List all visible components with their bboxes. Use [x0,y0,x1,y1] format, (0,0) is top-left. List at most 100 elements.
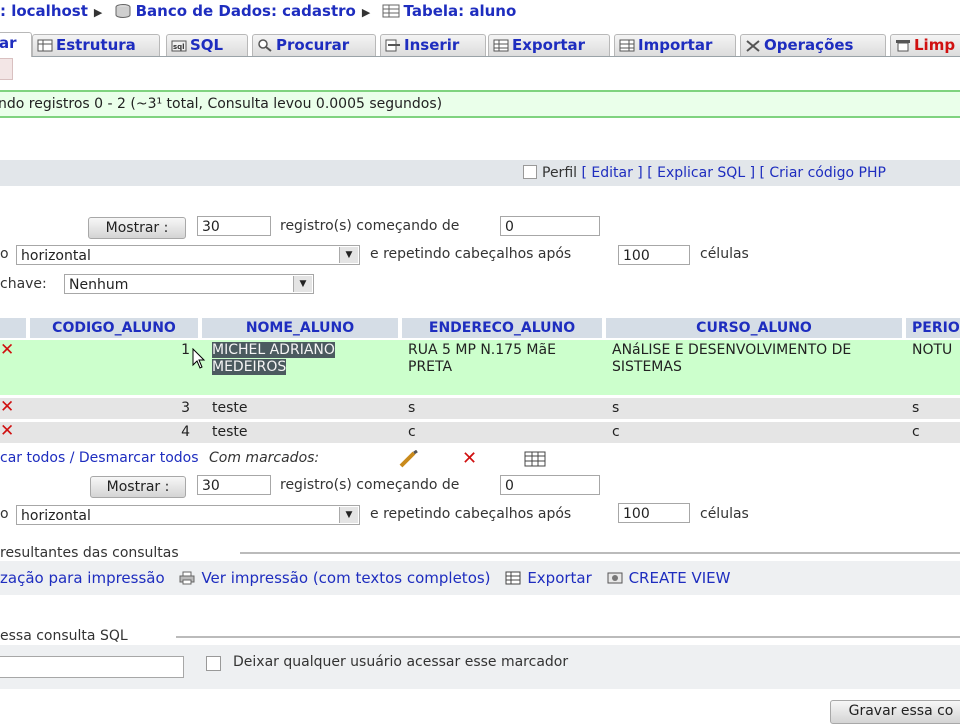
start-label: registro(s) começando de [280,477,460,493]
column-header[interactable]: CURSO_ALUNO [606,318,902,338]
operations-icon [746,40,760,52]
chevron-down-icon: ▼ [339,507,358,523]
tab-sql[interactable]: sql SQL [166,34,248,56]
save-bookmark-button[interactable]: Gravar essa co [830,700,960,724]
tab-empty[interactable]: Limp [890,34,960,56]
tab-import[interactable]: Importar [614,34,736,56]
with-marked-label: Com marcados: [209,450,320,466]
svg-text:sql: sql [173,43,185,51]
show-button[interactable]: Mostrar : [90,476,186,498]
display-mode-select[interactable]: horizontal ▼ [16,245,360,265]
cell-nome: teste [212,400,248,416]
tab-structure[interactable]: Estrutura [32,34,160,56]
display-mode-value: horizontal [21,248,91,264]
cell-codigo: 4 [181,424,190,440]
chevron-down-icon: ▼ [293,276,312,292]
breadcrumb-database[interactable]: Banco de Dados: cadastro [136,2,356,20]
profile-label: Perfil [542,165,578,181]
cell-codigo: 3 [181,400,190,416]
header-actions [0,318,26,338]
results-ops-panel: zação para impressão Ver impressão (com … [0,561,960,595]
breadcrumb-server[interactable]: : localhost [0,2,88,20]
query-links: Perfil [ Editar ] [ Explicar SQL ] [ Cri… [523,160,886,186]
section-divider [240,552,960,554]
column-header[interactable]: NOME_ALUNO [202,318,398,338]
export-icon [505,571,521,585]
tab-search[interactable]: Procurar [252,34,376,56]
export-icon [493,39,509,52]
start-input[interactable]: 0 [500,216,600,236]
sort-key-select[interactable]: Nenhum ▼ [64,274,314,294]
cells-label: células [700,246,749,262]
cell-curso: c [612,424,620,440]
success-message-text: ndo registros 0 - 2 (~3¹ total, Consulta… [0,96,443,112]
mark-all-link[interactable]: car todos / Desmarcar todos [0,450,199,466]
export-link[interactable]: Exportar [527,569,591,587]
cell-nome: MICHEL ADRIANO MEDEIROS [212,342,392,376]
success-message: ndo registros 0 - 2 (~3¹ total, Consulta… [0,90,960,118]
create-view-link[interactable]: CREATE VIEW [629,569,731,587]
profile-checkbox[interactable] [523,165,537,179]
import-icon [619,39,635,52]
empty-icon [896,40,910,52]
search-icon [258,39,272,52]
tab-label: Procurar [276,36,350,54]
print-full-link[interactable]: Ver impressão (com textos completos) [201,569,490,587]
allow-all-label: Deixar qualquer usuário acessar esse mar… [233,654,569,670]
breadcrumb-table[interactable]: Tabela: aluno [404,2,517,20]
display-mode-select[interactable]: horizontal ▼ [16,505,360,525]
delete-marked-icon[interactable]: ✕ [462,448,477,469]
cell-nome: teste [212,424,248,440]
chevron-right-icon: ▶ [93,6,103,19]
column-header[interactable]: CODIGO_ALUNO [30,318,198,338]
table-row[interactable]: ✕ 3 teste s s s [0,398,960,419]
cell-endereco: RUA 5 MP N.175 MãE PRETA [408,342,556,375]
tab-label: Importar [638,36,713,54]
delete-icon[interactable]: ✕ [0,342,14,359]
tab-browse[interactable]: ar [0,32,32,57]
delete-icon[interactable]: ✕ [0,423,14,440]
mode-prefix: o [0,506,9,522]
tab-export[interactable]: Exportar [488,34,610,56]
section-divider [176,636,960,638]
table-row[interactable]: ✕ 4 teste c c c [0,422,960,443]
show-button[interactable]: Mostrar : [88,217,186,239]
repeat-input[interactable]: 100 [618,503,690,523]
sort-key-value: Nenhum [69,277,129,293]
chevron-right-icon: ▶ [361,6,371,19]
tab-label: Operações [764,36,854,54]
export-marked-icon[interactable] [524,451,546,467]
print-view-link[interactable]: zação para impressão [0,569,165,587]
repeat-label: e repetindo cabeçalhos após [370,506,572,522]
insert-icon [385,39,400,52]
column-header[interactable]: PERIO [906,318,960,338]
table-icon [382,4,400,18]
edit-link[interactable]: [ Editar ] [581,165,642,181]
subtab-stub[interactable] [0,58,13,80]
mouse-cursor-icon [192,348,206,369]
create-php-link[interactable]: [ Criar código PHP [759,165,885,181]
query-options-bar: Perfil [ Editar ] [ Explicar SQL ] [ Cri… [0,160,960,186]
explain-sql-link[interactable]: [ Explicar SQL ] [647,165,755,181]
tab-insert[interactable]: Inserir [380,34,486,56]
start-input[interactable]: 0 [500,475,600,495]
cell-codigo: 1 [181,342,190,358]
bookmark-legend: essa consulta SQL [0,628,128,644]
cell-endereco: s [408,400,416,416]
structure-icon [37,39,53,52]
create-view-icon [607,572,623,584]
mark-all-row: car todos / Desmarcar todos Com marcados… [0,450,319,466]
rows-input[interactable]: 30 [197,475,271,495]
table-row[interactable]: ✕ 1 MICHEL ADRIANO MEDEIROS RUA 5 MP N.1… [0,340,960,395]
cells-label: células [700,506,749,522]
edit-pencil-icon[interactable] [398,450,420,468]
column-header[interactable]: ENDERECO_ALUNO [402,318,602,338]
delete-icon[interactable]: ✕ [0,399,14,416]
bookmark-label-input[interactable] [0,656,184,678]
tab-label: ar [0,34,17,52]
repeat-input[interactable]: 100 [618,245,690,265]
allow-all-checkbox[interactable] [206,656,221,671]
tab-label: Estrutura [56,36,136,54]
rows-input[interactable]: 30 [197,216,271,236]
tab-operations[interactable]: Operações [740,34,886,56]
